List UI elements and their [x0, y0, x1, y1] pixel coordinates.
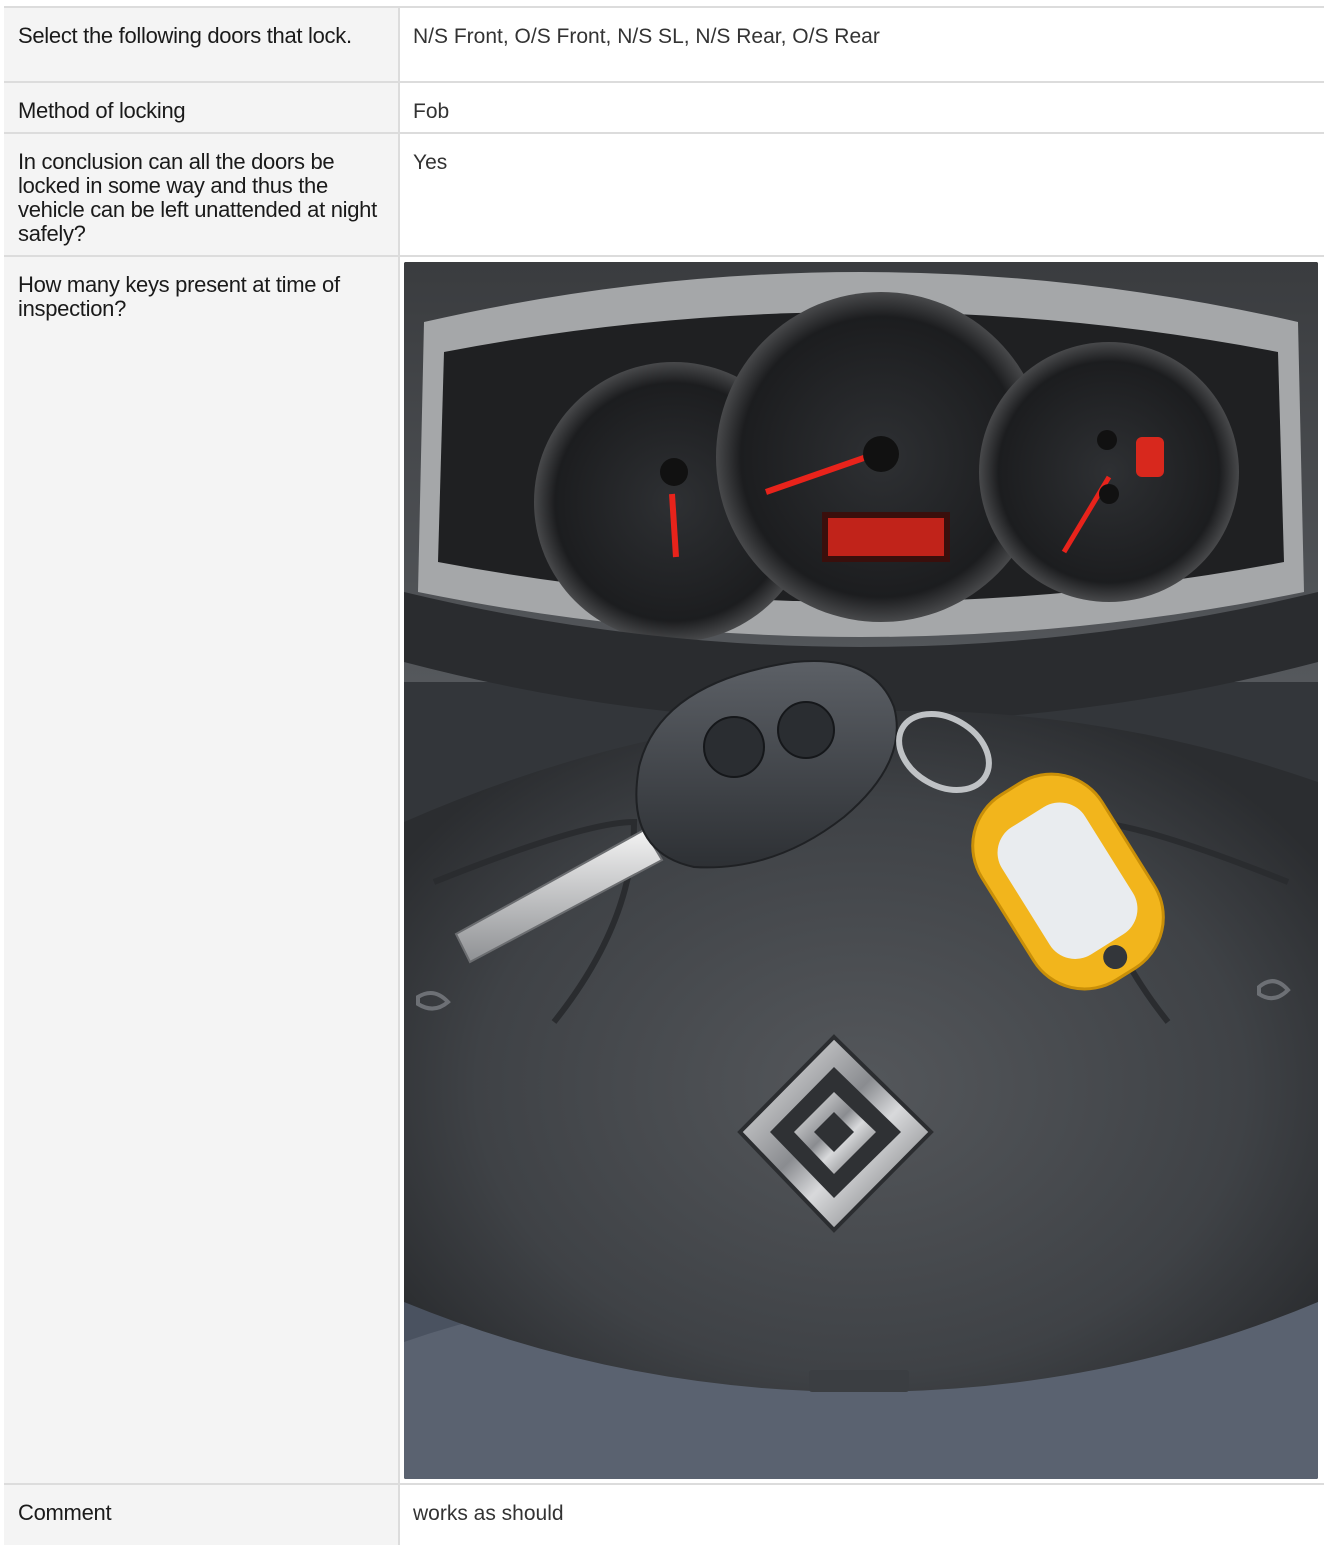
table-row: In conclusion can all the doors be locke…	[4, 134, 1324, 257]
row-label: Select the following doors that lock.	[4, 8, 400, 81]
table-row: Select the following doors that lock. N/…	[4, 8, 1324, 83]
row-label: How many keys present at time of inspect…	[4, 257, 400, 1483]
row-value: Fob	[413, 100, 450, 123]
row-image-cell	[400, 257, 1324, 1483]
row-value: Yes	[413, 151, 448, 174]
table-row: Method of locking Fob	[4, 83, 1324, 134]
row-label: In conclusion can all the doors be locke…	[4, 134, 400, 255]
key-on-steering-wheel-photo[interactable]	[404, 262, 1318, 1479]
row-label: Comment	[4, 1485, 400, 1545]
inspection-table: Select the following doors that lock. N/…	[4, 6, 1324, 1545]
table-row: How many keys present at time of inspect…	[4, 257, 1324, 1485]
row-label: Method of locking	[4, 83, 400, 132]
table-row: Comment works as should	[4, 1485, 1324, 1545]
row-value: works as should	[413, 1502, 564, 1525]
row-value: N/S Front, O/S Front, N/S SL, N/S Rear, …	[413, 25, 880, 48]
